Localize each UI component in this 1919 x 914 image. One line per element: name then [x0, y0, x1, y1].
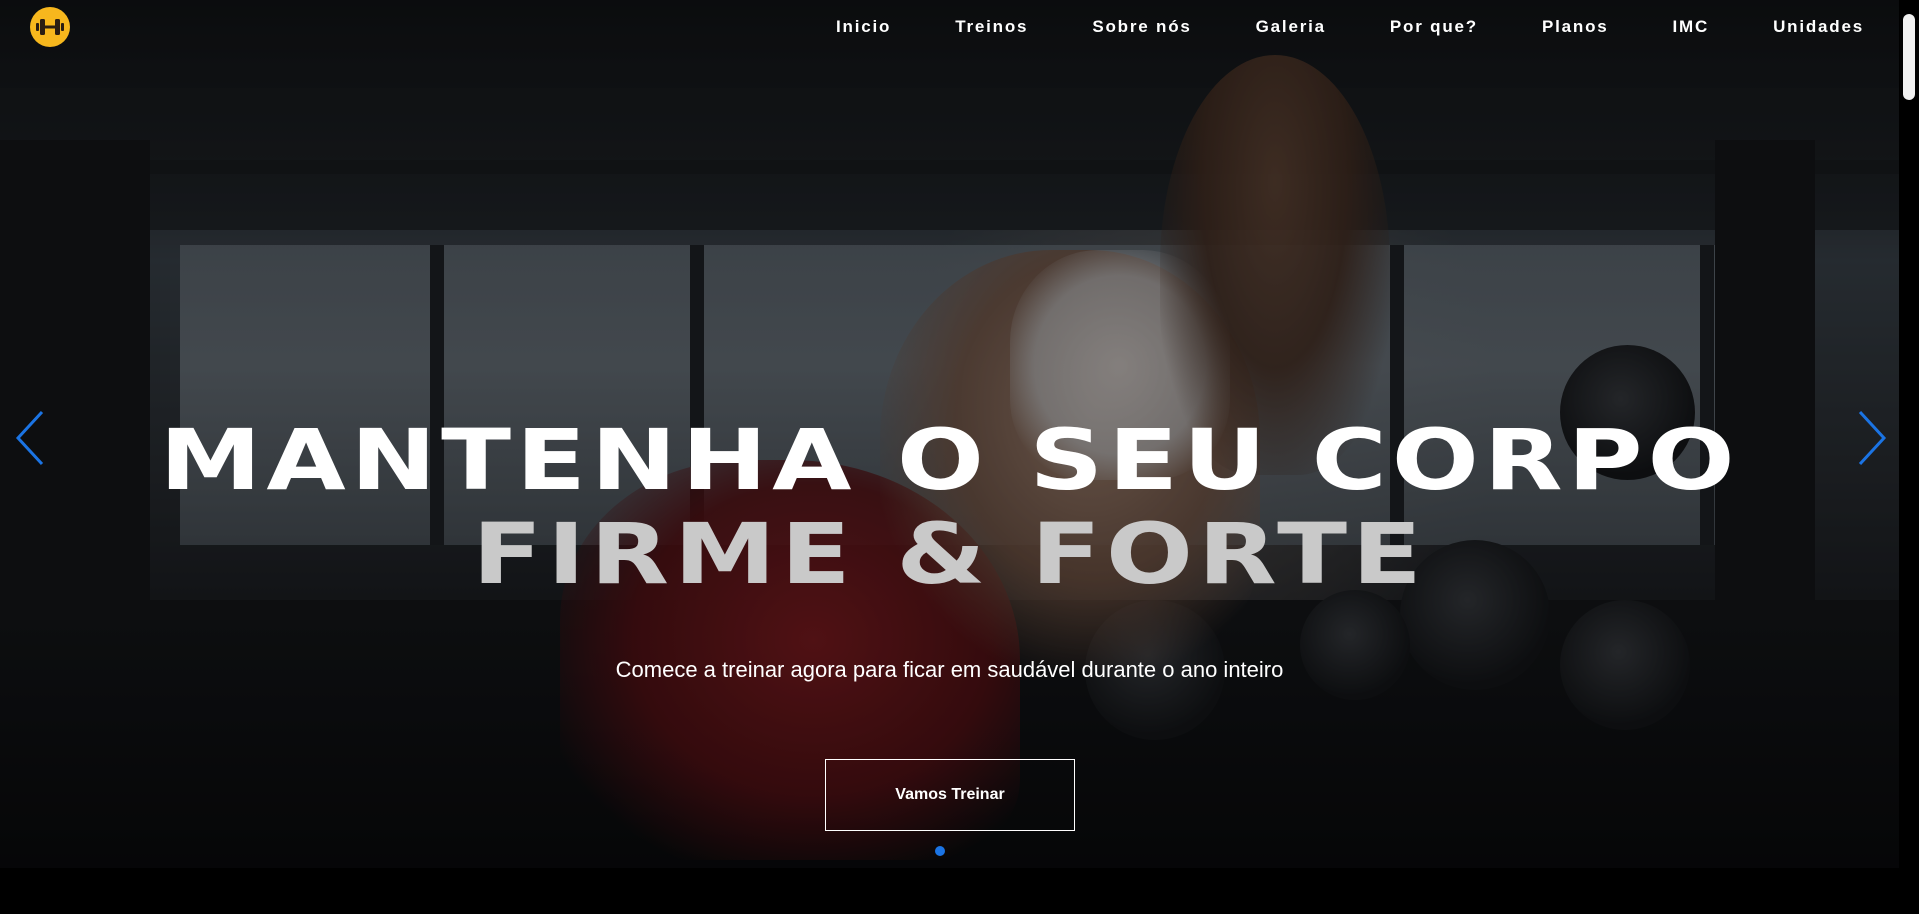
cta-button[interactable]: Vamos Treinar — [825, 759, 1075, 831]
hero-headline-line2: FIRME & FORTE — [472, 505, 1427, 603]
nav-link-planos[interactable]: Planos — [1542, 17, 1609, 37]
nav-link-sobre-nos[interactable]: Sobre nós — [1092, 17, 1191, 37]
dumbbell-icon — [36, 19, 64, 35]
hero-headline-line1: MANTENHA O SEU CORPO — [159, 411, 1740, 509]
carousel-prev-button[interactable] — [12, 408, 48, 468]
scrollbar-thumb[interactable] — [1903, 14, 1915, 100]
nav-link-galeria[interactable]: Galeria — [1256, 17, 1326, 37]
nav-menu: Inicio Treinos Sobre nós Galeria Por que… — [836, 0, 1864, 54]
nav-link-treinos[interactable]: Treinos — [955, 17, 1028, 37]
chevron-right-icon — [1858, 410, 1887, 466]
nav-link-imc[interactable]: IMC — [1673, 17, 1710, 37]
hero-subtitle: Comece a treinar agora para ficar em sau… — [615, 657, 1284, 682]
nav-link-unidades[interactable]: Unidades — [1773, 17, 1864, 37]
chevron-left-icon — [15, 410, 44, 466]
scrollbar[interactable] — [1899, 0, 1919, 914]
carousel-next-button[interactable] — [1854, 408, 1890, 468]
navbar: Inicio Treinos Sobre nós Galeria Por que… — [0, 0, 1899, 54]
page: MANTENHA O SEU CORPO FIRME & FORTE Comec… — [0, 0, 1919, 914]
carousel-dot-active[interactable] — [935, 846, 945, 856]
hero-carousel: MANTENHA O SEU CORPO FIRME & FORTE Comec… — [0, 0, 1899, 868]
logo[interactable] — [30, 7, 70, 47]
nav-link-por-que[interactable]: Por que? — [1390, 17, 1478, 37]
nav-link-inicio[interactable]: Inicio — [836, 17, 891, 37]
